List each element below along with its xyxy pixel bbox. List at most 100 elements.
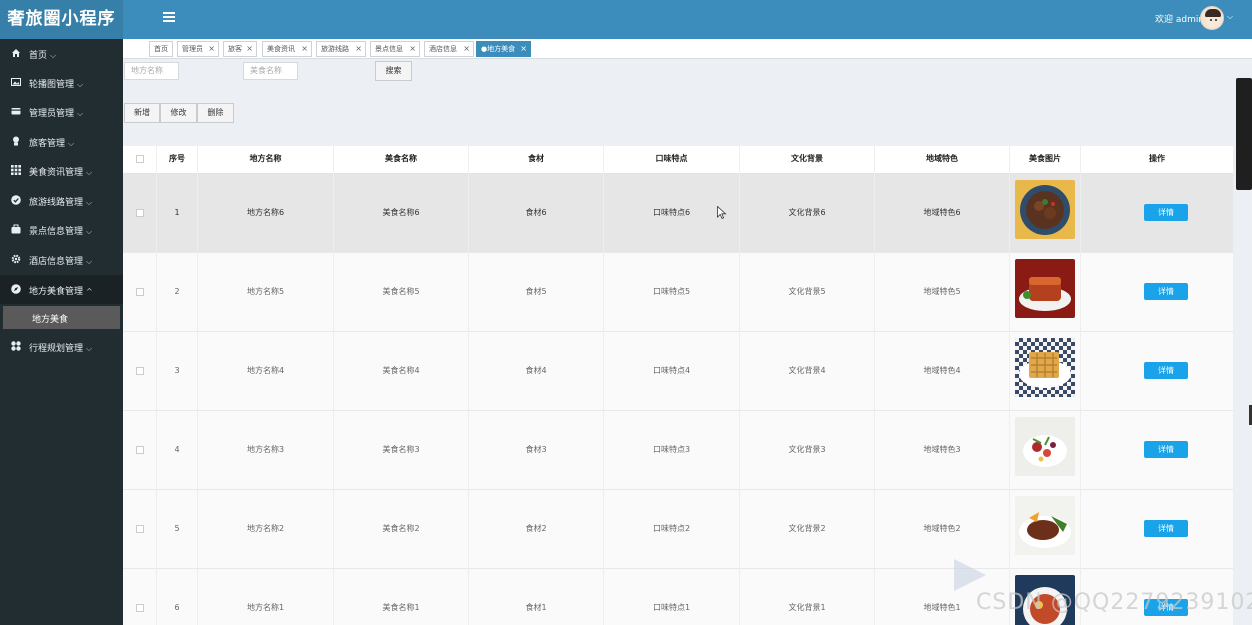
chevron-down-icon: ⌵	[86, 257, 93, 266]
check-icon	[11, 195, 21, 205]
sidebar-item-routes[interactable]: 旅游线路管理 ⌵	[0, 186, 123, 215]
column-header[interactable]: 序号	[157, 146, 198, 174]
tab-label: 首页	[154, 45, 168, 53]
watermark-logo-icon	[954, 559, 986, 591]
close-icon[interactable]: ×	[463, 42, 470, 56]
column-header[interactable]: 美食图片	[1010, 146, 1081, 174]
column-header[interactable]: 地方名称	[198, 146, 334, 174]
delete-button[interactable]: 删除	[197, 103, 234, 123]
avatar[interactable]	[1200, 6, 1224, 30]
close-icon[interactable]: ×	[208, 42, 215, 56]
close-icon[interactable]: ×	[409, 42, 416, 56]
tab-label: 景点信息	[375, 45, 403, 53]
sidebar-item-itinerary[interactable]: 行程规划管理 ⌵	[0, 332, 123, 361]
chevron-down-icon[interactable]: ⌵	[1227, 12, 1233, 22]
close-icon[interactable]: ×	[520, 42, 527, 56]
sidebar-subitem-local-food[interactable]: 地方美食	[3, 306, 120, 329]
tab-hotels[interactable]: 酒店信息 ×	[424, 41, 474, 57]
apps-icon	[11, 341, 21, 351]
cell-no: 2	[157, 253, 198, 332]
user-icon	[13, 136, 19, 146]
tab-routes[interactable]: 旅游线路 ×	[316, 41, 366, 57]
row-select-cell	[123, 174, 157, 253]
add-button[interactable]: 新增	[124, 103, 160, 123]
top-navbar: 奢旅圈小程序 欢迎 admin ⌵	[0, 0, 1252, 39]
cell-food: 美食名称1	[334, 569, 469, 625]
cell-food: 美食名称5	[334, 253, 469, 332]
food-table: 序号 地方名称 美食名称 食材 口味特点 文化背景 地域特色 美食图片 操作 1…	[123, 146, 1234, 625]
detail-button[interactable]: 详情	[1144, 204, 1188, 221]
select-all-cell	[123, 146, 157, 174]
cell-image	[1010, 411, 1081, 490]
cell-place: 地方名称4	[198, 332, 334, 411]
table-row[interactable]: 2 地方名称5 美食名称5 食材5 口味特点5 文化背景5 地域特色5 详情	[123, 253, 1234, 332]
tab-admins[interactable]: 管理员 ×	[177, 41, 219, 57]
tab-travelers[interactable]: 旅客 ×	[223, 41, 257, 57]
column-header[interactable]: 食材	[469, 146, 604, 174]
food-image[interactable]	[1015, 417, 1075, 476]
table-row[interactable]: 3 地方名称4 美食名称4 食材4 口味特点4 文化背景4 地域特色4 详情	[123, 332, 1234, 411]
sidebar-item-home[interactable]: 首页 ⌵	[0, 39, 123, 68]
sidebar-item-scenic[interactable]: 景点信息管理 ⌵	[0, 215, 123, 244]
edit-button[interactable]: 修改	[160, 103, 197, 123]
grid-icon	[11, 165, 21, 175]
tab-home[interactable]: 首页	[149, 41, 173, 57]
food-image[interactable]	[1015, 259, 1075, 318]
column-header[interactable]: 操作	[1081, 146, 1234, 174]
chevron-down-icon: ⌵	[50, 51, 57, 60]
table-row[interactable]: 5 地方名称2 美食名称2 食材2 口味特点2 文化背景2 地域特色2 详情	[123, 490, 1234, 569]
food-image[interactable]	[1015, 338, 1075, 397]
sidebar-item-admins[interactable]: 管理员管理 ⌵	[0, 97, 123, 126]
row-select-cell	[123, 253, 157, 332]
place-name-input[interactable]: 地方名称	[124, 62, 179, 80]
close-icon[interactable]: ×	[301, 42, 308, 56]
scrollbar[interactable]	[1236, 78, 1252, 190]
row-checkbox[interactable]	[135, 603, 144, 612]
column-header[interactable]: 文化背景	[740, 146, 875, 174]
food-image[interactable]	[1015, 180, 1075, 239]
table-row[interactable]: 4 地方名称3 美食名称3 食材3 口味特点3 文化背景3 地域特色3 详情	[123, 411, 1234, 490]
sidebar-item-travelers[interactable]: 旅客管理 ⌵	[0, 127, 123, 156]
chevron-down-icon: ⌵	[86, 227, 93, 236]
close-icon[interactable]: ×	[246, 42, 253, 56]
sidebar-item-carousel[interactable]: 轮播图管理 ⌵	[0, 68, 123, 97]
chevron-down-icon: ⌵	[77, 109, 84, 118]
column-header[interactable]: 口味特点	[604, 146, 740, 174]
column-header[interactable]: 美食名称	[334, 146, 469, 174]
row-checkbox[interactable]	[135, 208, 144, 217]
tab-label: 旅游线路	[321, 45, 349, 53]
cell-image	[1010, 174, 1081, 253]
table-row[interactable]: 1 地方名称6 美食名称6 食材6 口味特点6 文化背景6 地域特色6 详情	[123, 174, 1234, 253]
row-checkbox[interactable]	[135, 445, 144, 454]
detail-button[interactable]: 详情	[1144, 520, 1188, 537]
column-header[interactable]: 地域特色	[875, 146, 1010, 174]
sidebar-item-food-news[interactable]: 美食资讯管理 ⌵	[0, 156, 123, 185]
search-button[interactable]: 搜索	[375, 61, 412, 81]
tab-scenic[interactable]: 景点信息 ×	[370, 41, 420, 57]
sidebar-item-hotels[interactable]: 酒店信息管理 ⌵	[0, 245, 123, 274]
food-image[interactable]	[1015, 496, 1075, 555]
sidebar-item-label: 行程规划管理	[29, 344, 84, 354]
row-checkbox[interactable]	[135, 366, 144, 375]
cell-taste: 口味特点2	[604, 490, 740, 569]
tab-food-news[interactable]: 美食资讯 ×	[262, 41, 312, 57]
cell-culture: 文化背景6	[740, 174, 875, 253]
detail-button[interactable]: 详情	[1144, 283, 1188, 300]
row-checkbox[interactable]	[135, 524, 144, 533]
watermark-text: CSDN @QQ2279239102	[976, 590, 1252, 615]
select-all-checkbox[interactable]	[135, 154, 144, 163]
menu-toggle-icon[interactable]	[163, 12, 175, 24]
tab-local-food[interactable]: ●地方美食 ×	[476, 41, 531, 57]
cell-food: 美食名称6	[334, 174, 469, 253]
detail-button[interactable]: 详情	[1144, 362, 1188, 379]
image-icon	[11, 78, 21, 86]
cell-taste: 口味特点4	[604, 332, 740, 411]
cell-no: 3	[157, 332, 198, 411]
app-brand[interactable]: 奢旅圈小程序	[0, 0, 123, 39]
food-name-input[interactable]: 美食名称	[243, 62, 298, 80]
sidebar-item-local-food[interactable]: 地方美食管理 ^	[0, 275, 123, 304]
cell-taste: 口味特点5	[604, 253, 740, 332]
row-checkbox[interactable]	[135, 287, 144, 296]
close-icon[interactable]: ×	[355, 42, 362, 56]
detail-button[interactable]: 详情	[1144, 441, 1188, 458]
